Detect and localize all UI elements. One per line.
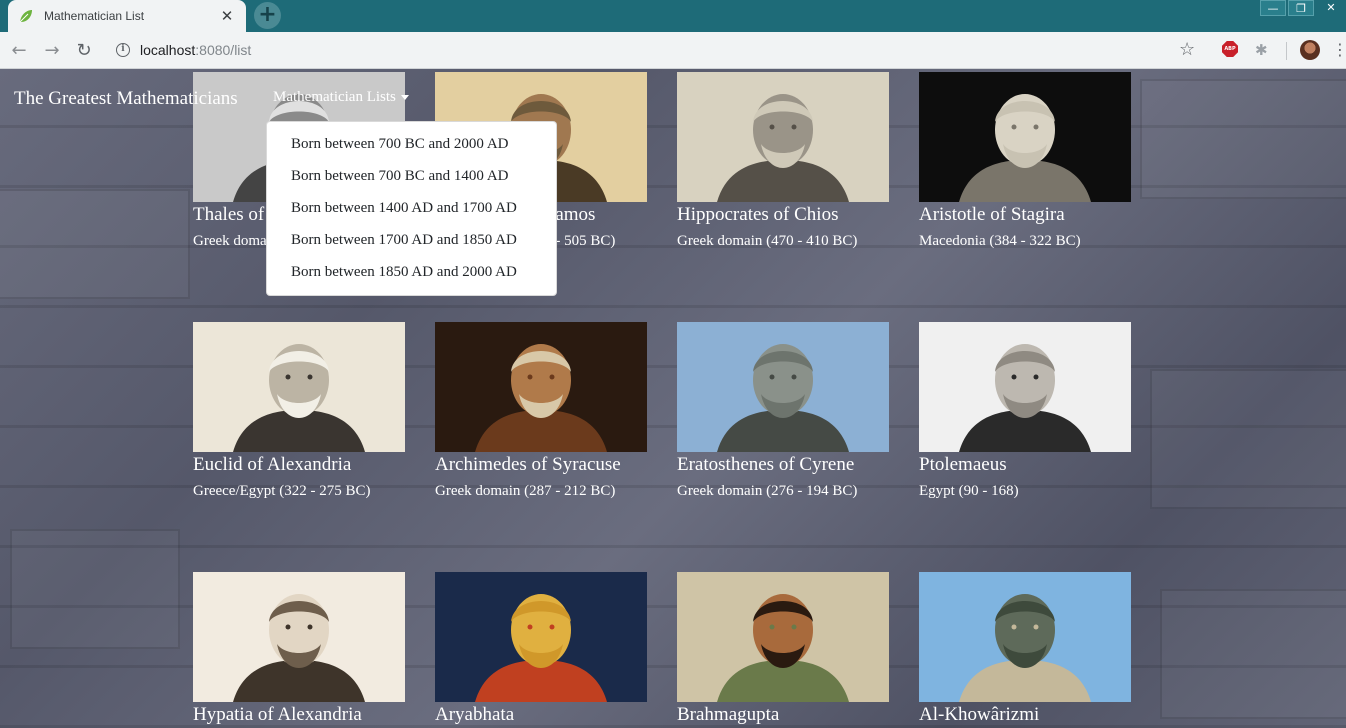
stone-texture	[1150, 369, 1346, 509]
stone-texture	[1160, 589, 1346, 719]
reload-icon[interactable]: ↻	[73, 40, 95, 62]
mathematician-portrait[interactable]	[677, 322, 889, 452]
page-background: Thales of MiletusGreek domain (624 - 546…	[0, 69, 1346, 728]
mathematician-name: Brahmagupta	[677, 704, 780, 725]
back-icon[interactable]: ←	[8, 40, 30, 62]
mathematician-card[interactable]: Eratosthenes of Cyrene Greek domain (276 …	[677, 322, 897, 500]
mathematician-card[interactable]: Brahmagupta	[677, 572, 897, 726]
mathematician-name: Ptolemaeus	[919, 454, 1007, 475]
mathematician-origin-dates: Macedonia (384 - 322 BC)	[919, 233, 1081, 249]
mathematician-portrait[interactable]	[193, 322, 405, 452]
mathematician-origin-dates: Greek domain (287 - 212 BC)	[435, 483, 616, 499]
leaf-icon	[19, 10, 32, 23]
kebab-menu-icon[interactable]: ⋮	[1332, 40, 1346, 59]
dropdown-item[interactable]: Born between 700 BC and 1400 AD	[267, 160, 556, 192]
mathematician-name: Aristotle of Stagira	[919, 204, 1065, 225]
new-tab-button[interactable]: +	[254, 2, 281, 29]
mathematician-card[interactable]: Archimedes of Syracuse Greek domain (287 …	[435, 322, 655, 500]
tab-title: Mathematician List	[44, 9, 145, 23]
url-path: :8080/list	[195, 42, 252, 58]
mathematician-origin-dates: Greek domain (470 - 410 BC)	[677, 233, 858, 249]
mathematician-portrait[interactable]	[435, 572, 647, 702]
dropdown-item[interactable]: Born between 1850 AD and 2000 AD	[267, 256, 556, 288]
top-navbar: The Greatest Mathematicians Mathematicia…	[0, 69, 1346, 125]
toolbar-divider	[1286, 42, 1287, 60]
mathematician-origin-dates: Greek domain (276 - 194 BC)	[677, 483, 858, 499]
dropdown-item[interactable]: Born between 1700 AD and 1850 AD	[267, 224, 556, 256]
mathematician-portrait[interactable]	[919, 322, 1131, 452]
stone-texture	[10, 529, 180, 649]
mathematician-card[interactable]: Al-Khowârizmi	[919, 572, 1139, 726]
extension-icon[interactable]: ✱	[1255, 41, 1268, 59]
dropdown-menu: Born between 700 BC and 2000 AD Born bet…	[266, 121, 557, 296]
mathematician-portrait[interactable]	[677, 572, 889, 702]
stone-texture	[0, 189, 190, 299]
mathematician-name: Archimedes of Syracuse	[435, 454, 621, 475]
minimize-button[interactable]: —	[1260, 0, 1286, 16]
profile-avatar[interactable]	[1300, 40, 1320, 60]
mathematician-card[interactable]: Aryabhata	[435, 572, 655, 726]
url-host: localhost	[140, 42, 196, 58]
mathematician-name: Aryabhata	[435, 704, 515, 725]
browser-titlebar: Mathematician List ✕ + — ❐ ✕	[0, 0, 1346, 32]
adblock-icon[interactable]: ABP	[1222, 41, 1238, 57]
mathematician-origin-dates: Egypt (90 - 168)	[919, 483, 1019, 499]
mathematician-portrait[interactable]	[919, 572, 1131, 702]
address-bar[interactable]: localhost:8080/list	[140, 42, 251, 58]
caret-down-icon	[400, 95, 409, 100]
window-controls: — ❐ ✕	[1260, 0, 1346, 16]
browser-tab[interactable]: Mathematician List ✕	[8, 0, 246, 32]
mathematician-portrait[interactable]	[193, 572, 405, 702]
mathematician-name: Al-Khowârizmi	[919, 704, 1040, 725]
mathematician-card[interactable]: Ptolemaeus Egypt (90 - 168)	[919, 322, 1139, 500]
mathematician-name: Eratosthenes of Cyrene	[677, 454, 855, 475]
dropdown-label: Mathematician Lists	[273, 89, 396, 105]
maximize-button[interactable]: ❐	[1288, 0, 1314, 16]
close-tab-icon[interactable]: ✕	[218, 7, 236, 25]
mathematician-name: Hypatia of Alexandria	[193, 704, 362, 725]
close-window-button[interactable]: ✕	[1316, 0, 1346, 16]
mathematician-origin-dates: Greece/Egypt (322 - 275 BC)	[193, 483, 371, 499]
forward-icon[interactable]: →	[41, 40, 63, 62]
mathematician-portrait[interactable]	[435, 322, 647, 452]
info-icon[interactable]: i	[116, 43, 130, 57]
star-icon[interactable]: ☆	[1179, 39, 1195, 60]
dropdown-item[interactable]: Born between 700 BC and 2000 AD	[267, 128, 556, 160]
dropdown-item[interactable]: Born between 1400 AD and 1700 AD	[267, 192, 556, 224]
mathematician-lists-dropdown[interactable]: Mathematician Lists	[273, 89, 409, 106]
mathematician-card[interactable]: Hypatia of Alexandria	[193, 572, 413, 726]
mathematician-name: Euclid of Alexandria	[193, 454, 352, 475]
mathematician-name: Hippocrates of Chios	[677, 204, 839, 225]
brand-title[interactable]: The Greatest Mathematicians	[14, 88, 238, 110]
mathematician-card[interactable]: Euclid of Alexandria Greece/Egypt (322 - …	[193, 322, 413, 500]
browser-toolbar: ← → ↻ i localhost:8080/list ☆ ABP ✱ ⋮	[0, 32, 1346, 69]
